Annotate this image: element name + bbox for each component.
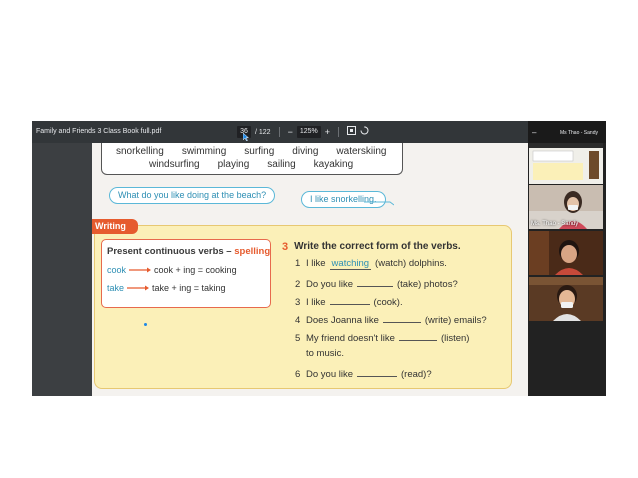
answer-blank[interactable] — [357, 276, 393, 287]
item-text: (read)? — [401, 369, 432, 380]
item-number: 5 — [295, 333, 301, 344]
bubble-tail-icon — [364, 201, 394, 206]
item-text: My friend doesn't like — [306, 333, 395, 344]
grammar-line: take take + ing = taking — [107, 283, 226, 293]
vocab-word: windsurfing — [149, 159, 200, 170]
participant-name: Ms. Thao - Sandy — [531, 221, 579, 227]
grammar-title-main: Present continuous verbs – — [107, 246, 235, 257]
item-number: 4 — [295, 315, 301, 326]
mouse-cursor-icon — [243, 133, 249, 141]
answer-blank[interactable] — [357, 366, 397, 377]
pdf-viewer: Family and Friends 3 Class Book full.pdf… — [32, 121, 528, 396]
video-call-panel: – Ms Thao - Sandy Ms. Thao - Sandy — [528, 121, 606, 396]
item-text: (watch) dolphins. — [375, 258, 447, 269]
file-title: Family and Friends 3 Class Book full.pdf — [36, 128, 162, 135]
item-text: Do you like — [306, 369, 353, 380]
exercise-item: 2 Do you like (take) photos? — [295, 276, 458, 290]
item-text: (write) emails? — [424, 315, 487, 326]
grammar-title-accent: spelling — [234, 246, 271, 257]
host-label: Ms Thao - Sandy — [560, 130, 598, 136]
vocab-word: diving — [292, 146, 319, 157]
page-controls: 36 / 122 − 125% + — [237, 125, 369, 139]
item-text: to music. — [306, 348, 345, 359]
screen: Family and Friends 3 Class Book full.pdf… — [0, 0, 638, 478]
item-number: 2 — [295, 279, 301, 290]
participant-video — [529, 231, 603, 275]
pdf-toolbar: Family and Friends 3 Class Book full.pdf… — [32, 121, 528, 143]
item-text: (cook). — [373, 297, 403, 308]
participant-tile-student-2[interactable] — [529, 277, 603, 321]
item-text: (listen) — [440, 333, 470, 344]
vocab-word: playing — [217, 159, 250, 170]
item-text: I like — [306, 297, 326, 308]
exercise-item: 5 My friend doesn't like (listen) — [295, 330, 469, 344]
vocab-word: swimming — [181, 146, 227, 157]
thumbnail-image — [529, 143, 603, 180]
grammar-box: Present continuous verbs – spelling cook… — [101, 239, 271, 308]
item-number: 6 — [295, 369, 301, 380]
exercise-3: 3 Write the correct form of the verbs. 1… — [282, 241, 522, 380]
item-text: (take) photos? — [397, 279, 458, 290]
participant-tile-student-1[interactable] — [529, 231, 603, 275]
minus-icon[interactable]: − — [288, 126, 293, 138]
grammar-rule: cook + ing = cooking — [154, 265, 237, 275]
exercise-instruction: Write the correct form of the verbs. — [294, 241, 461, 252]
arrow-right-icon — [127, 285, 150, 291]
item-text: I like — [306, 258, 326, 269]
vocab-word: sailing — [267, 159, 296, 170]
exercise-item: 6 Do you like (read)? — [295, 366, 432, 380]
participant-video — [529, 277, 603, 321]
vocab-word: snorkelling — [116, 146, 164, 157]
pdf-page: snorkelling swimming surfing diving wate… — [92, 143, 528, 396]
question-bubble: What do you like doing at the beach? — [109, 187, 276, 204]
answer-blank[interactable]: watching — [329, 258, 372, 270]
item-number: 3 — [295, 297, 301, 308]
item-text: Does Joanna like — [306, 315, 379, 326]
grammar-line: cook cook + ing = cooking — [107, 265, 237, 275]
pointer-dot — [144, 323, 147, 326]
exercise-number: 3 — [282, 241, 289, 253]
grammar-title: Present continuous verbs – spelling — [107, 246, 270, 257]
divider — [278, 127, 280, 137]
vocab-row: snorkelling swimming surfing diving wate… — [116, 146, 386, 157]
participant-tile-teacher[interactable]: Ms. Thao - Sandy — [529, 185, 603, 229]
zoom-level[interactable]: 125% — [296, 126, 321, 138]
rotate-icon[interactable] — [360, 126, 369, 138]
grammar-rule: take + ing = taking — [152, 283, 226, 293]
fit-page-icon[interactable] — [347, 126, 357, 138]
vocab-word: kayaking — [313, 159, 354, 170]
vocab-row: windsurfing playing sailing kayaking — [149, 159, 353, 170]
answer-blank[interactable] — [382, 312, 421, 323]
writing-tag: Writing — [92, 219, 138, 234]
exercise-heading: 3 Write the correct form of the verbs. — [282, 241, 522, 253]
video-panel-header: – Ms Thao - Sandy — [528, 121, 606, 143]
grammar-verb: cook — [107, 265, 127, 275]
item-number: 1 — [295, 258, 301, 269]
exercise-item: 1 I like watching (watch) dolphins. — [295, 258, 447, 270]
minimize-icon[interactable]: – — [532, 128, 536, 137]
vocab-word: waterskiing — [336, 146, 387, 157]
answer-blank[interactable] — [329, 294, 370, 305]
grammar-verb: take — [107, 283, 125, 293]
exercise-item: to music. — [295, 348, 344, 359]
exercise-item: 4 Does Joanna like (write) emails? — [295, 312, 487, 326]
vocabulary-box: snorkelling swimming surfing diving wate… — [101, 143, 403, 175]
answer-blank[interactable] — [398, 330, 437, 341]
exercise-item: 3 I like (cook). — [295, 294, 403, 308]
vocab-word: surfing — [244, 146, 275, 157]
arrow-right-icon — [129, 267, 152, 273]
plus-icon[interactable]: + — [325, 126, 330, 138]
divider — [338, 127, 340, 137]
total-pages: / 122 — [255, 128, 271, 136]
screen-share-thumbnail[interactable] — [529, 143, 603, 184]
item-text: Do you like — [306, 279, 353, 290]
